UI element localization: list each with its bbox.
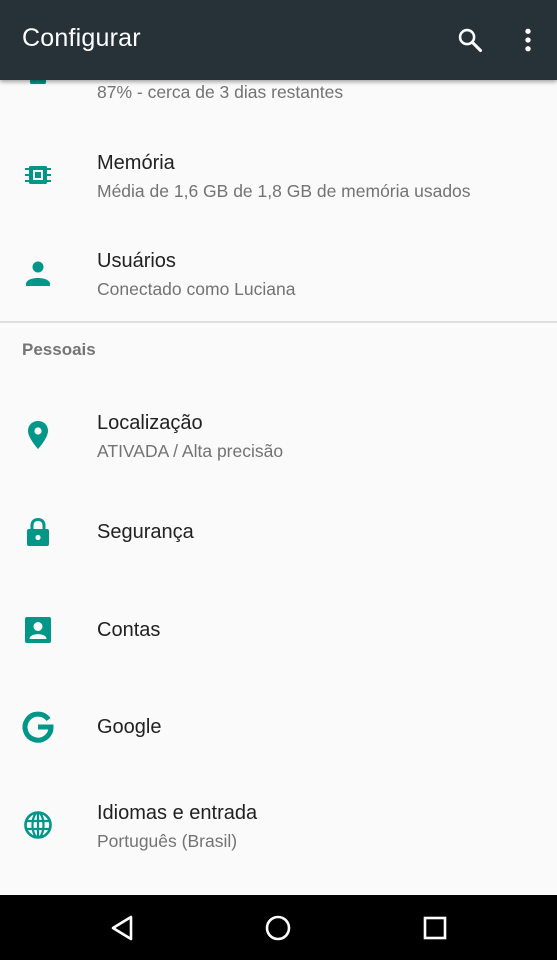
back-icon[interactable]: [107, 912, 139, 944]
location-pin-icon: [20, 417, 56, 453]
users-summary: Conectado como Luciana: [97, 279, 296, 299]
google-label: Google: [97, 716, 162, 738]
battery-icon: [20, 80, 56, 90]
memory-label: Memória: [97, 152, 175, 174]
language-label: Idiomas e entrada: [97, 802, 258, 824]
settings-item-memory[interactable]: Memória Média de 1,6 GB de 1,8 GB de mem…: [0, 135, 557, 215]
language-summary: Português (Brasil): [97, 831, 238, 851]
settings-item-users[interactable]: Usuários Conectado como Luciana: [0, 235, 557, 315]
person-icon: [20, 255, 56, 291]
lock-icon: [20, 514, 56, 550]
settings-list: 87% - cerca de 3 dias restantes Memória …: [0, 80, 557, 895]
page-title: Configurar: [22, 24, 141, 52]
settings-item-accounts[interactable]: Contas: [0, 590, 557, 670]
recents-icon[interactable]: [419, 912, 451, 944]
google-icon: [20, 709, 56, 745]
accounts-label: Contas: [97, 619, 161, 641]
settings-item-language[interactable]: Idiomas e entrada Português (Brasil): [0, 785, 557, 865]
globe-icon: [20, 807, 56, 843]
location-label: Localização: [97, 412, 203, 434]
app-bar: Configurar: [0, 0, 557, 80]
battery-summary: 87% - cerca de 3 dias restantes: [97, 82, 344, 102]
navigation-bar: [0, 895, 557, 960]
home-icon[interactable]: [262, 912, 294, 944]
memory-chip-icon: [20, 157, 56, 193]
account-box-icon: [20, 612, 56, 648]
settings-item-google[interactable]: Google: [0, 687, 557, 767]
security-label: Segurança: [97, 521, 194, 543]
settings-item-security[interactable]: Segurança: [0, 492, 557, 572]
section-divider: [0, 321, 557, 323]
settings-item-location[interactable]: Localização ATIVADA / Alta precisão: [0, 395, 557, 475]
users-label: Usuários: [97, 250, 176, 272]
search-icon[interactable]: [456, 26, 484, 54]
location-summary: ATIVADA / Alta precisão: [97, 441, 284, 461]
settings-item-battery[interactable]: 87% - cerca de 3 dias restantes: [0, 80, 557, 112]
memory-summary: Média de 1,6 GB de 1,8 GB de memória usa…: [97, 181, 471, 201]
category-header-personal: Pessoais: [22, 340, 96, 359]
more-options-icon[interactable]: [514, 26, 542, 54]
